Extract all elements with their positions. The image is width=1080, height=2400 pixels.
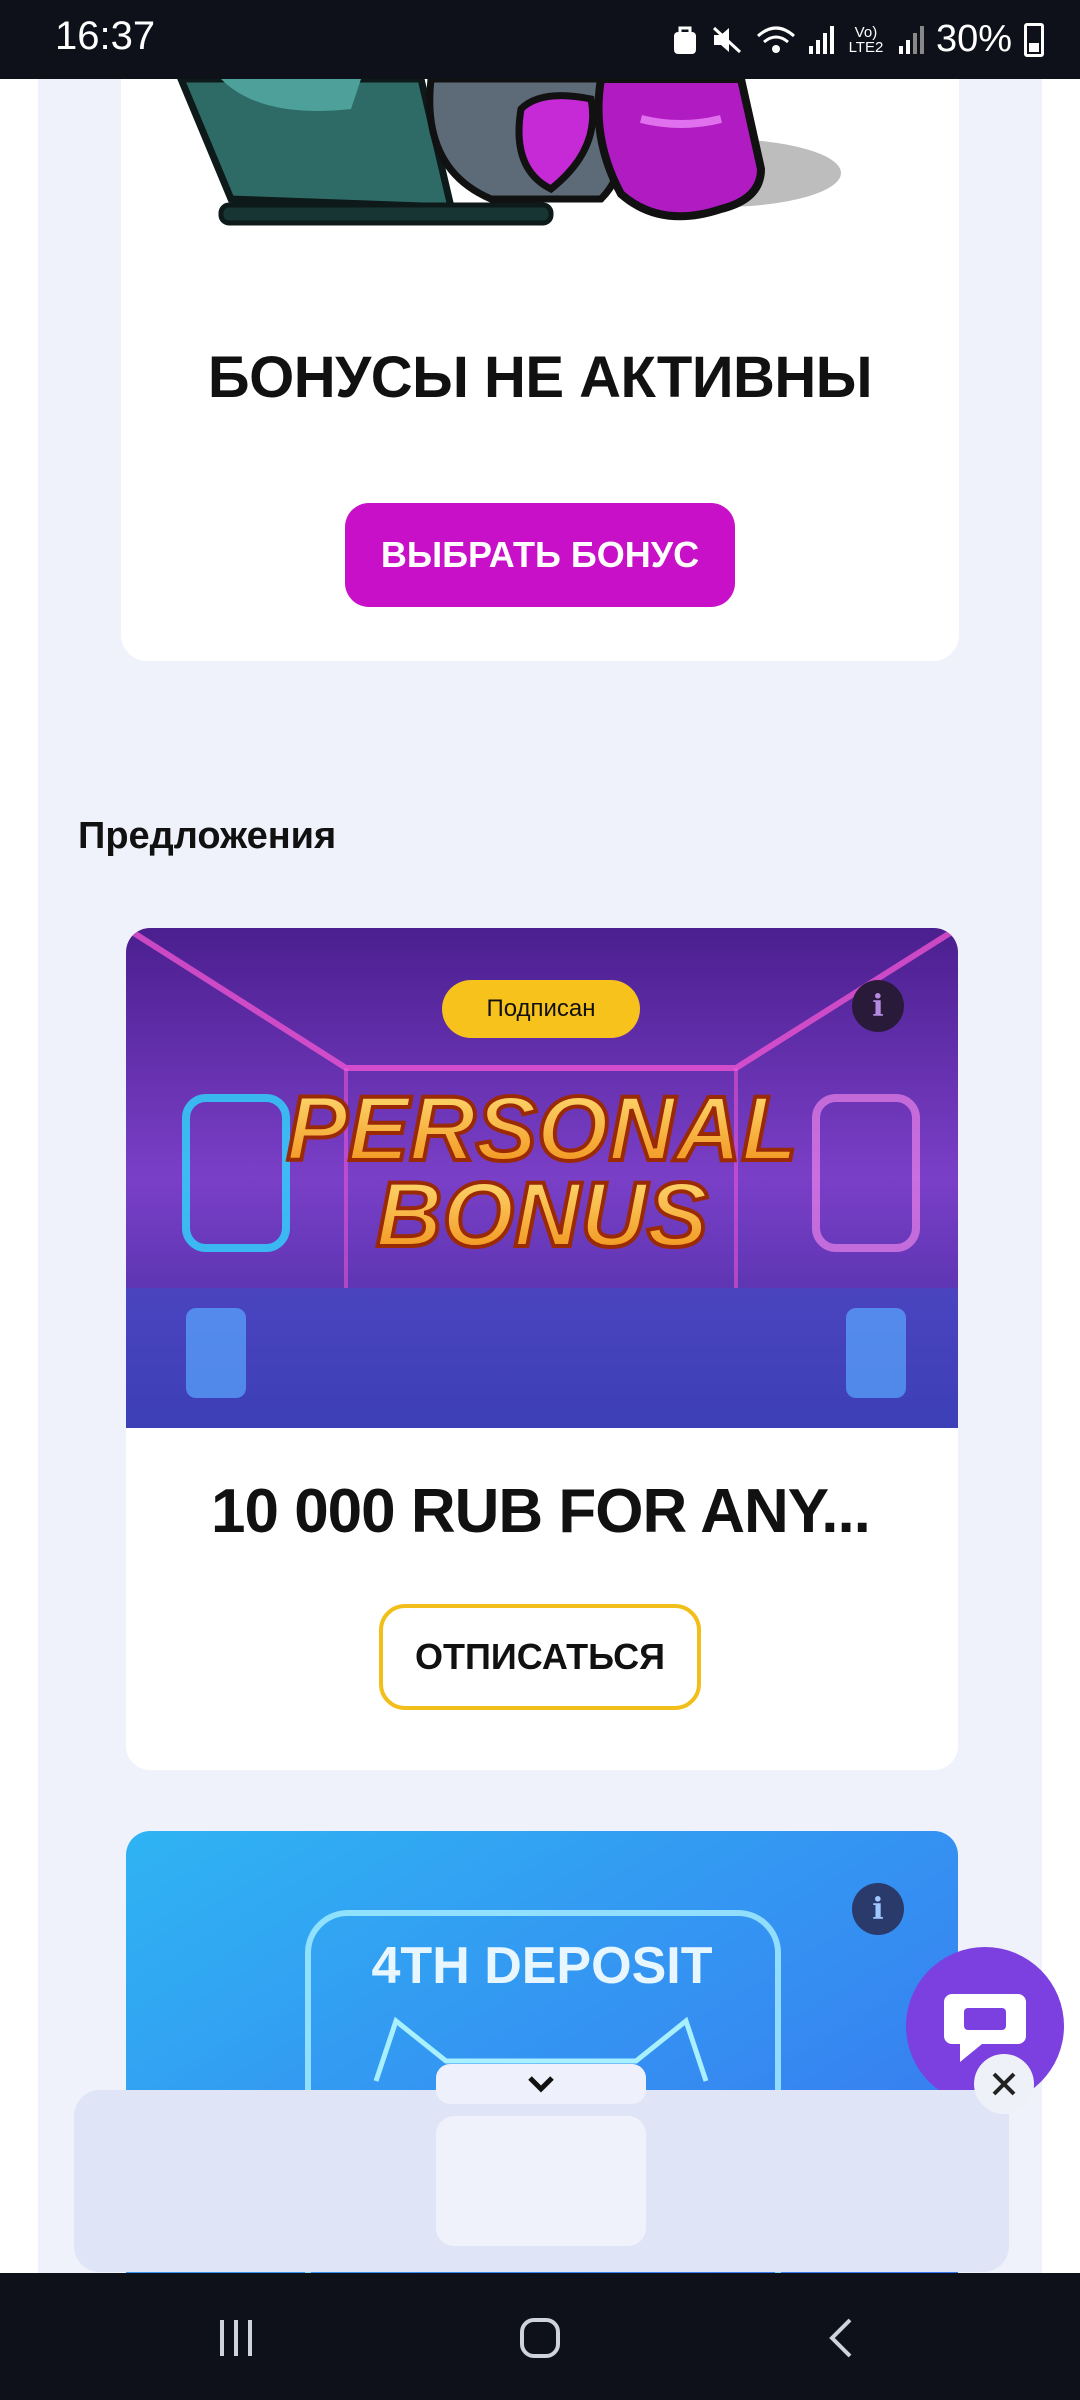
navigation-bar (0, 2273, 1080, 2400)
unsubscribe-button[interactable]: ОТПИСАТЬСЯ (379, 1604, 701, 1710)
offer-card: PERSONAL BONUS Подписан i 10 000 RUB FOR… (126, 928, 958, 1770)
signal2-icon (898, 25, 924, 54)
lte-icon: Vo) LTE2 (848, 23, 884, 56)
page: БОНУСЫ НЕ АКТИВНЫ ВЫБРАТЬ БОНУС Предложе… (0, 79, 1080, 2273)
battery-text: 30% (935, 18, 1012, 60)
bag-icon (673, 26, 696, 54)
status-icons: Vo) LTE2 30% (672, 18, 1044, 61)
offer-title: 10 000 RUB FOR ANY... (211, 1477, 871, 1546)
recent-apps-icon[interactable] (196, 2303, 276, 2373)
choose-bonus-button[interactable]: ВЫБРАТЬ БОНУС (345, 503, 735, 607)
drawer-content (436, 2116, 646, 2246)
bonus-status-title: БОНУСЫ НЕ АКТИВНЫ (207, 345, 873, 410)
offers-section-title: Предложения (78, 815, 337, 857)
signal-icon (808, 25, 834, 54)
back-icon[interactable] (802, 2303, 882, 2373)
subscribed-badge: Подписан (442, 980, 640, 1038)
banner2-title: 4TH DEPOSIT (372, 1937, 713, 1995)
inactive-bonus-card: БОНУСЫ НЕ АКТИВНЫ ВЫБРАТЬ БОНУС (121, 79, 959, 661)
status-time: 16:37 (55, 14, 156, 58)
wifi-icon (756, 26, 795, 53)
page-content: БОНУСЫ НЕ АКТИВНЫ ВЫБРАТЬ БОНУС Предложе… (38, 79, 1042, 2273)
chat-icon (944, 1994, 1026, 2062)
info-icon[interactable]: i (852, 980, 904, 1032)
status-bar: 16:37 Vo) LTE2 30% (0, 0, 1080, 79)
mascot-illustration (177, 79, 841, 226)
close-icon[interactable] (974, 2054, 1034, 2114)
battery-icon (1024, 22, 1044, 57)
mute-icon (712, 26, 741, 53)
info-icon-2[interactable]: i (852, 1883, 904, 1935)
drawer-toggle[interactable] (436, 2064, 646, 2104)
home-icon[interactable] (500, 2303, 580, 2373)
chevron-down-icon (528, 2076, 554, 2093)
banner-title-line2: BONUS (376, 1164, 708, 1266)
